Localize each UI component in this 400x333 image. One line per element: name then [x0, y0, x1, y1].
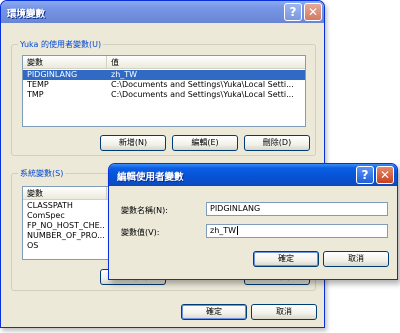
dialog-ok-button[interactable]: 確定	[253, 251, 319, 267]
help-icon[interactable]: ?	[356, 166, 374, 184]
variable-name-cell: PIDGINLANG	[27, 70, 78, 79]
user-variable-row[interactable]: TEMP C:\Documents and Settings\Yuka\Loca…	[23, 80, 305, 90]
edit-user-variable-dialog: 編輯使用者變數 ? ✕ 變數名稱(N): PIDGINLANG 變數值(V): …	[108, 163, 398, 280]
user-variables-list[interactable]: 變數 值 PIDGINLANG zh_TW TEMP C:\Documents …	[22, 55, 306, 127]
variable-name-cell: FP_NO_HOST_CHE...	[27, 221, 105, 230]
variable-value-cell: zh_TW	[111, 70, 138, 79]
variable-value-label: 變數值(V):	[121, 228, 160, 237]
user-new-button[interactable]: 新增(N)	[100, 135, 166, 151]
user-edit-button[interactable]: 編輯(E)	[172, 135, 238, 151]
variable-value-cell: C:\Documents and Settings\Yuka\Local Set…	[111, 90, 294, 99]
main-window-title: 環境變數	[7, 9, 46, 20]
variable-name-cell: TEMP	[27, 80, 49, 89]
user-list-header: 變數 值	[23, 56, 305, 69]
user-variables-group-label: Yuka 的使用者變數(U)	[18, 39, 104, 50]
main-titlebar[interactable]: 環境變數 ? ✕	[1, 1, 324, 23]
close-icon[interactable]: ✕	[304, 3, 322, 21]
user-variables-group: Yuka 的使用者變數(U) 變數 值 PIDGINLANG zh_TW TEM…	[11, 39, 316, 156]
variable-name-cell: TMP	[27, 90, 44, 99]
main-ok-button[interactable]: 確定	[181, 304, 247, 320]
user-variable-row[interactable]: TMP C:\Documents and Settings\Yuka\Local…	[23, 90, 305, 100]
variable-name-label: 變數名稱(N):	[121, 206, 168, 215]
main-cancel-button[interactable]: 取消	[251, 304, 317, 320]
variable-value-input[interactable]: zh_TW	[206, 224, 388, 238]
dialog-titlebar[interactable]: 編輯使用者變數 ? ✕	[109, 164, 397, 186]
help-icon[interactable]: ?	[284, 3, 302, 21]
user-variable-row[interactable]: PIDGINLANG zh_TW	[23, 70, 305, 80]
user-delete-button[interactable]: 刪除(D)	[244, 135, 310, 151]
variable-value-input-text: zh_TW	[210, 226, 237, 235]
variable-name-cell: NUMBER_OF_PRO...	[27, 231, 105, 240]
variable-value-cell: C:\Documents and Settings\Yuka\Local Set…	[111, 80, 294, 89]
dialog-cancel-button[interactable]: 取消	[323, 251, 389, 267]
text-caret	[237, 226, 239, 235]
user-col-value[interactable]: 值	[107, 56, 305, 69]
variable-name-input-text: PIDGINLANG	[210, 204, 261, 213]
user-col-variable[interactable]: 變數	[23, 56, 107, 69]
variable-name-cell: CLASSPATH	[27, 201, 73, 210]
variable-name-cell: OS	[27, 241, 39, 250]
close-icon[interactable]: ✕	[376, 166, 394, 184]
variable-name-input[interactable]: PIDGINLANG	[206, 202, 388, 216]
dialog-title: 編輯使用者變數	[117, 172, 184, 183]
system-col-variable[interactable]: 變數	[23, 187, 107, 200]
variable-name-cell: ComSpec	[27, 211, 65, 220]
system-variables-group-label: 系統變數(S)	[18, 168, 66, 179]
